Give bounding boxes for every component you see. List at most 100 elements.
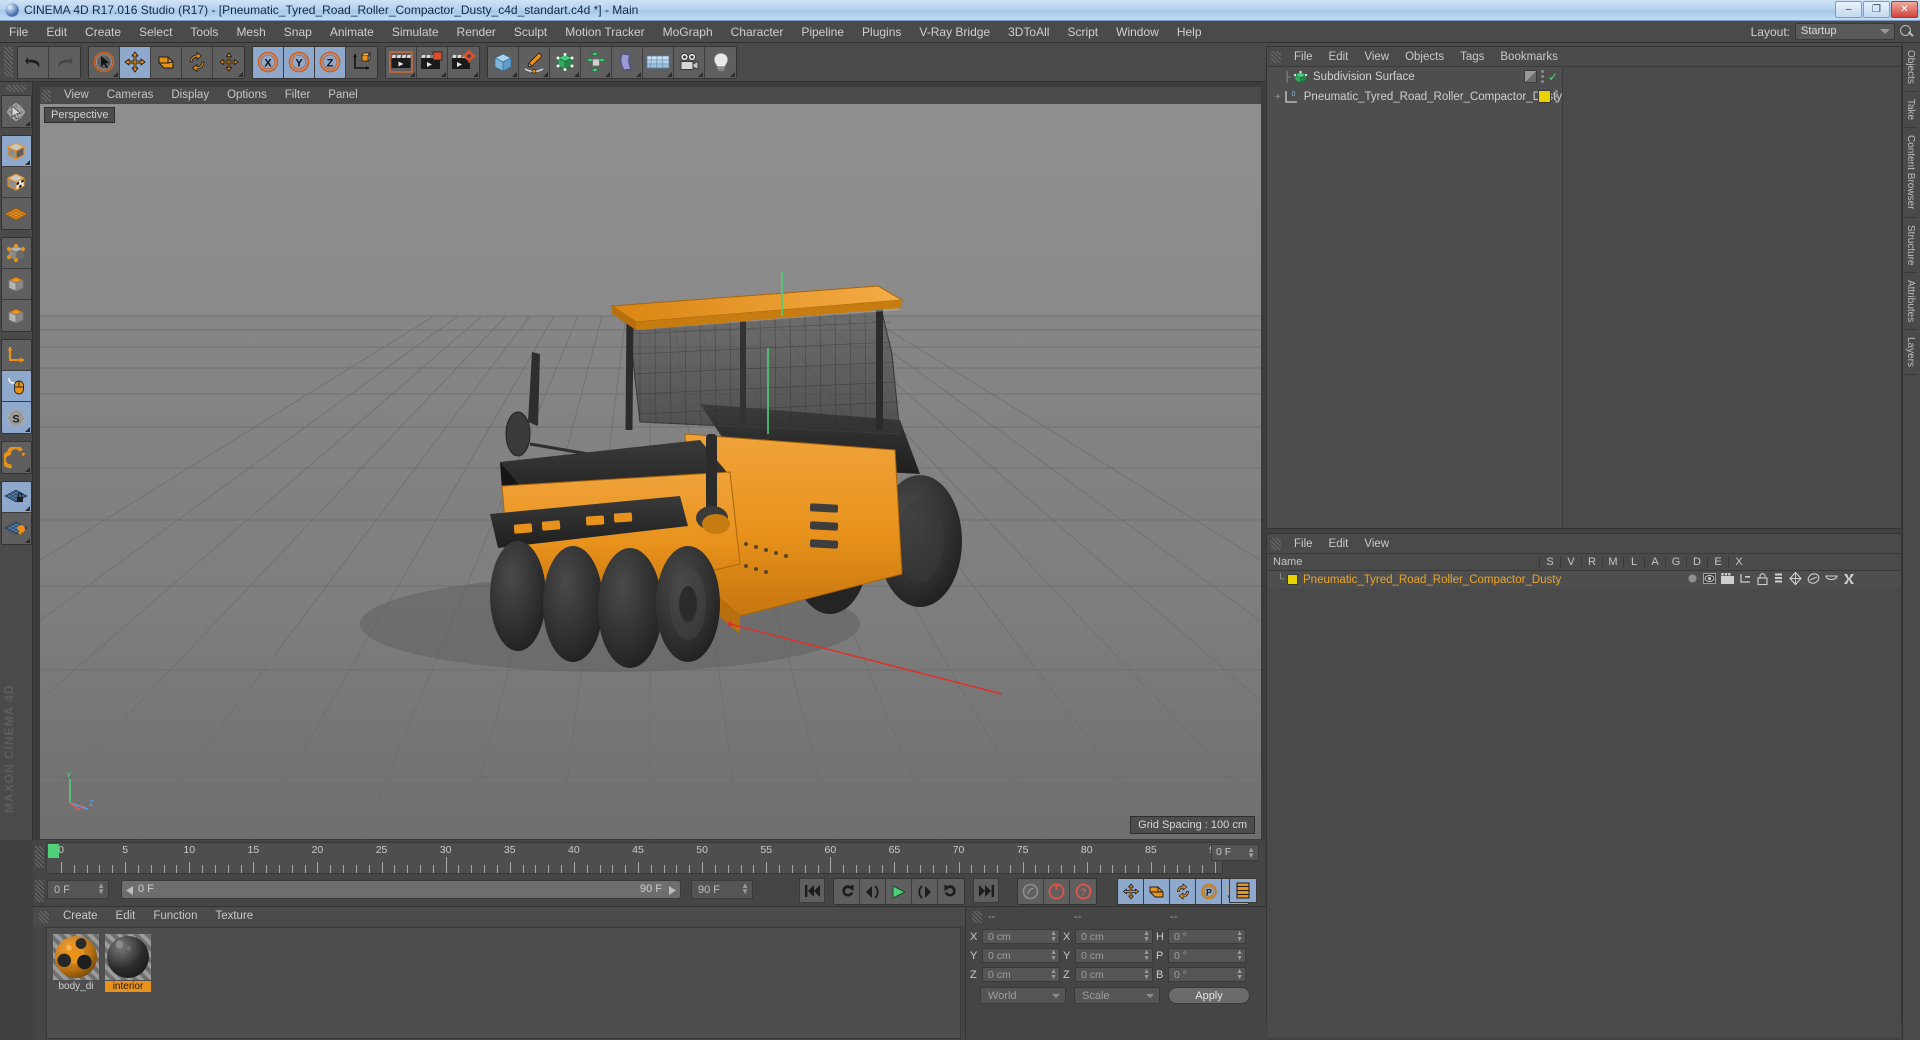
planar-workplane-icon[interactable] [1, 513, 31, 544]
menu-window[interactable]: Window [1107, 21, 1168, 43]
object-menu-bookmarks[interactable]: Bookmarks [1492, 47, 1566, 67]
pos-z-field[interactable]: 0 cm ▲ ▼ [982, 967, 1060, 982]
keyframe-selection-button[interactable]: ? [1070, 879, 1096, 904]
vtab-structure[interactable]: Structure [1903, 218, 1918, 274]
size-y-field[interactable]: 0 cm ▲ ▼ [1075, 948, 1153, 963]
matbrowser-menu-texture[interactable]: Texture [206, 907, 262, 926]
spinner-icon[interactable]: ▲ ▼ [1247, 846, 1255, 860]
object-manager-grip[interactable] [1271, 50, 1281, 63]
position-key-button[interactable] [1118, 879, 1144, 904]
magnet-icon[interactable] [1, 442, 31, 473]
perspective-viewport[interactable]: Perspective Grid Spacing : 100 cm Y Z X [40, 104, 1261, 839]
timeline-grip[interactable] [35, 846, 44, 868]
viewport-menu-options[interactable]: Options [218, 87, 276, 104]
object-menu-file[interactable]: File [1286, 47, 1321, 67]
record-active-objects-button[interactable] [1018, 879, 1044, 904]
menu-snap[interactable]: Snap [275, 21, 321, 43]
spinner-icon[interactable]: ▲ ▼ [1236, 968, 1243, 981]
go-to-end-button[interactable] [973, 878, 999, 903]
object-menu-view[interactable]: View [1356, 47, 1397, 67]
material-browser-grip[interactable] [39, 910, 49, 923]
rot-b-field[interactable]: 0 ° ▲ ▼ [1168, 967, 1246, 982]
render-to-picture-viewer-icon[interactable] [417, 46, 448, 78]
object-menu-objects[interactable]: Objects [1397, 47, 1452, 67]
menu-help[interactable]: Help [1168, 21, 1211, 43]
menu-3dtoall[interactable]: 3DToAll [999, 21, 1058, 43]
object-menu-edit[interactable]: Edit [1321, 47, 1357, 67]
spinner-icon[interactable]: ▲ ▼ [1050, 968, 1057, 981]
spinner-icon[interactable]: ▲ ▼ [1050, 930, 1057, 943]
enabled-check-icon[interactable]: ✓ [1548, 71, 1558, 83]
floor-environment-icon[interactable] [643, 46, 674, 78]
menu-tools[interactable]: Tools [181, 21, 227, 43]
previous-keyframe-button[interactable] [834, 879, 860, 904]
rot-h-field[interactable]: 0 ° ▲ ▼ [1168, 929, 1246, 944]
toolbar-grip[interactable] [4, 47, 13, 77]
pos-y-field[interactable]: 0 cm ▲ ▼ [982, 948, 1060, 963]
soft-selection-icon[interactable]: S [1, 402, 31, 433]
texture-mode-icon[interactable] [1, 167, 31, 198]
matmgr-menu-file[interactable]: File [1286, 534, 1321, 554]
object-row-tags[interactable] [1538, 90, 1558, 103]
size-x-field[interactable]: 0 cm ▲ ▼ [1075, 929, 1153, 944]
vtab-layers[interactable]: Layers [1903, 330, 1918, 376]
end-frame-field[interactable]: 90 F ▲ ▼ [691, 880, 753, 899]
maximize-button[interactable]: ❐ [1863, 1, 1890, 18]
object-tag-swatch[interactable] [1523, 70, 1537, 83]
polygons-mode-icon[interactable] [1, 300, 31, 331]
viewport-menu-panel[interactable]: Panel [319, 87, 366, 104]
world-object-axis-icon[interactable] [346, 46, 377, 78]
minimize-button[interactable]: – [1835, 1, 1862, 18]
material-name-label[interactable]: body_di [53, 981, 99, 992]
material-manager-empty-area[interactable] [1267, 588, 1901, 1038]
material-thumbnail[interactable]: interior [105, 934, 151, 1038]
viewport-menu-cameras[interactable]: Cameras [98, 87, 163, 104]
material-row[interactable]: └ Pneumatic_Tyred_Road_Roller_Compactor_… [1267, 571, 1901, 588]
menu-render[interactable]: Render [448, 21, 505, 43]
viewport-menu-filter[interactable]: Filter [276, 87, 320, 104]
apply-button[interactable]: Apply [1168, 987, 1250, 1004]
menu-sculpt[interactable]: Sculpt [505, 21, 556, 43]
object-manager-body[interactable]: ├ Subdivision Surface ✓ +0 Pneumatic_Tyred_R… [1267, 67, 1901, 528]
axis-x-icon[interactable]: X [253, 46, 284, 78]
redo-icon[interactable] [49, 46, 80, 78]
spinner-icon[interactable]: ▲ ▼ [1143, 968, 1150, 981]
spinner-icon[interactable]: ▲ ▼ [1236, 930, 1243, 943]
step-forward-button[interactable] [912, 879, 938, 904]
viewport-grip[interactable] [42, 89, 51, 102]
matmgr-menu-edit[interactable]: Edit [1321, 534, 1357, 554]
param-key-button[interactable]: P [1196, 879, 1222, 904]
axis-z-icon[interactable]: Z [315, 46, 346, 78]
axis-y-icon[interactable]: Y [284, 46, 315, 78]
autokeying-button[interactable] [1044, 879, 1070, 904]
preview-range-slider[interactable]: 0 F 90 F [121, 880, 681, 899]
vtab-take[interactable]: Take [1903, 92, 1918, 129]
spinner-icon[interactable]: ▲ ▼ [1143, 949, 1150, 962]
step-back-button[interactable] [860, 879, 886, 904]
edges-mode-icon[interactable] [1, 269, 31, 300]
live-selection-icon[interactable] [1, 96, 31, 127]
matmgr-menu-view[interactable]: View [1356, 534, 1397, 554]
scale-icon[interactable] [151, 46, 182, 78]
enable-axis-icon[interactable] [1, 340, 31, 371]
enable-snap-mouse-icon[interactable] [1, 371, 31, 402]
pos-x-field[interactable]: 0 cm ▲ ▼ [982, 929, 1060, 944]
workplane-icon[interactable] [1, 198, 31, 229]
play-button[interactable] [886, 879, 912, 904]
rot-p-field[interactable]: 0 ° ▲ ▼ [1168, 948, 1246, 963]
menu-edit[interactable]: Edit [37, 21, 76, 43]
nurbs-generator-icon[interactable] [550, 46, 581, 78]
render-settings-icon[interactable] [448, 46, 479, 78]
select-live-icon[interactable] [89, 46, 120, 78]
vtab-content-browser[interactable]: Content Browser [1903, 128, 1918, 218]
close-button[interactable]: ✕ [1891, 1, 1918, 18]
render-view-icon[interactable] [386, 46, 417, 78]
menu-motion-tracker[interactable]: Motion Tracker [556, 21, 653, 43]
object-tree[interactable]: ├ Subdivision Surface ✓ +0 Pneumatic_Tyred_R… [1267, 67, 1563, 528]
vtab-attributes[interactable]: Attributes [1903, 273, 1918, 331]
timeline-toggle-button[interactable] [1229, 878, 1257, 903]
menu-select[interactable]: Select [130, 21, 181, 43]
spline-pen-icon[interactable] [519, 46, 550, 78]
material-preview[interactable] [105, 934, 151, 980]
left-toolbar-grip[interactable] [6, 85, 26, 92]
